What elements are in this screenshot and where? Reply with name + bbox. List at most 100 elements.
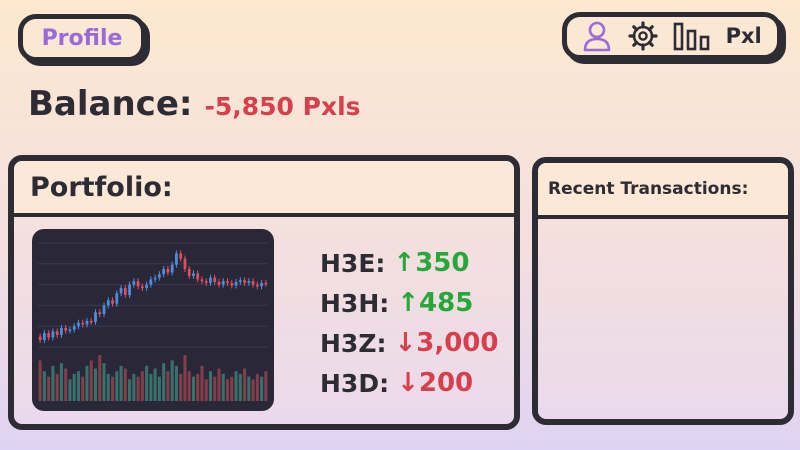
holding-change: ↓200 (397, 368, 474, 398)
volume-bar (251, 379, 255, 401)
volume-bar (230, 376, 234, 401)
volume-bar (247, 376, 251, 401)
volume-bar (157, 376, 161, 401)
volume-bar (115, 371, 119, 401)
volume-bar (187, 371, 191, 401)
candle (183, 258, 187, 269)
volume-bar (166, 371, 170, 401)
volume-bar (174, 365, 178, 401)
volume-bar (226, 379, 230, 401)
profile-button[interactable]: Profile (18, 14, 146, 62)
volume-bar (238, 373, 242, 401)
candle (132, 281, 136, 285)
volume-bar (213, 376, 217, 401)
candle (200, 279, 204, 282)
volume-bar (217, 368, 221, 401)
candle (243, 280, 246, 283)
user-icon[interactable] (582, 20, 612, 52)
volume-bar (234, 371, 238, 401)
portfolio-chart[interactable] (32, 229, 274, 411)
candle (111, 300, 114, 304)
candle (102, 305, 106, 315)
volume-bar (38, 360, 42, 401)
candle (68, 329, 72, 332)
balance-display: Balance: -5,850 Pxls (28, 84, 361, 124)
candle (115, 293, 119, 304)
volume-bar (183, 355, 187, 401)
candle (145, 284, 148, 289)
candle (162, 269, 166, 275)
top-toolbar: Pxl (562, 12, 782, 60)
portfolio-panel: Portfolio: H3E: ↑350 H3H: ↑485 H3Z: ↓3,000 H3D… (8, 155, 520, 430)
volume-bar (196, 373, 200, 401)
volume-bar (51, 365, 55, 401)
holding-row[interactable]: H3Z: ↓3,000 (320, 323, 498, 363)
candle (89, 321, 93, 323)
candle (64, 327, 68, 331)
volume-bar (93, 368, 98, 401)
volume-bar (204, 379, 208, 401)
volume-bar (140, 371, 144, 401)
volume-bar (111, 376, 115, 401)
balance-value: -5,850 Pxls (204, 92, 361, 121)
volume-bar (255, 373, 259, 401)
volume-bar (243, 368, 247, 401)
candle (119, 288, 123, 294)
candle (43, 333, 46, 341)
volume-bar (153, 368, 157, 401)
volume-bar (102, 363, 106, 401)
holdings-list: H3E: ↑350 H3H: ↑485 H3Z: ↓3,000 H3D: ↓200 (320, 243, 498, 403)
holding-symbol: H3E: (320, 248, 386, 278)
candle (81, 322, 85, 325)
candle (123, 288, 127, 295)
recent-transactions-panel: Recent Transactions: (532, 157, 794, 425)
volume-bar (208, 371, 213, 401)
candle (140, 286, 144, 289)
holding-change: ↓3,000 (394, 328, 499, 358)
candle (234, 282, 238, 286)
candle (77, 322, 80, 327)
candle (106, 300, 110, 306)
brand-label[interactable]: Pxl (726, 24, 762, 48)
profile-button-label: Profile (41, 25, 123, 51)
candle (192, 273, 195, 276)
candle (217, 282, 221, 285)
candlestick-chart (38, 242, 268, 401)
candle (221, 281, 225, 285)
candle (60, 327, 63, 335)
holding-change: ↑485 (397, 288, 474, 318)
volume-bar (85, 365, 89, 401)
holding-row[interactable]: H3H: ↑485 (320, 283, 498, 323)
candle (213, 277, 217, 282)
candle (209, 277, 212, 283)
candle (128, 284, 131, 295)
bar-chart-icon[interactable] (673, 21, 711, 51)
candle (94, 312, 97, 322)
holding-row[interactable]: H3D: ↓200 (320, 363, 498, 403)
volume-bar (145, 365, 149, 401)
candle (98, 312, 102, 315)
candle (136, 281, 140, 287)
holding-row[interactable]: H3E: ↑350 (320, 243, 498, 283)
volume-bar (119, 365, 123, 401)
volume-bar (47, 376, 51, 401)
volume-bar (132, 373, 136, 401)
candle (175, 253, 178, 265)
candle (51, 331, 55, 338)
volume-bar (64, 368, 68, 401)
recent-transactions-title: Recent Transactions: (548, 179, 749, 199)
candle (226, 281, 229, 283)
holding-symbol: H3Z: (320, 328, 387, 358)
candle (153, 277, 157, 280)
candle (251, 281, 255, 285)
candle (264, 282, 268, 285)
balance-label: Balance: (28, 84, 193, 124)
candle (55, 331, 59, 335)
holding-symbol: H3H: (320, 288, 390, 318)
portfolio-header: Portfolio: (14, 161, 514, 217)
recent-transactions-header: Recent Transactions: (538, 163, 788, 219)
gear-icon[interactable] (627, 20, 659, 52)
volume-bar (200, 365, 204, 401)
volume-bar (162, 363, 166, 401)
candle (255, 284, 259, 287)
